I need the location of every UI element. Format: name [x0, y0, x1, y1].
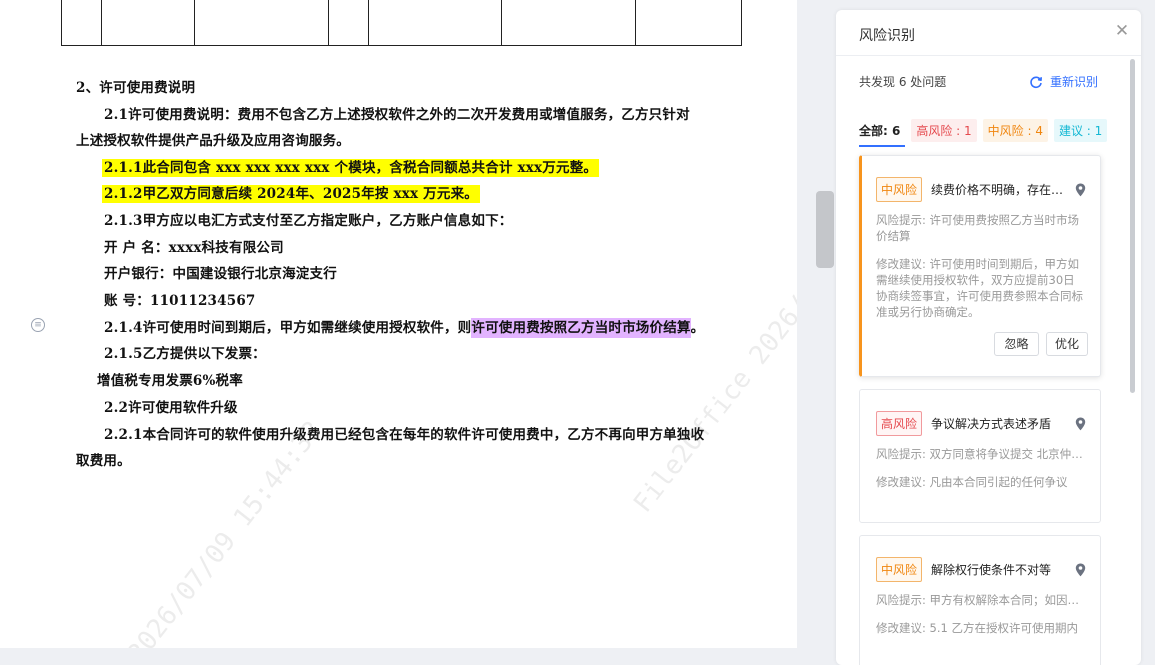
issue-summary: 共发现 6 处问题 — [859, 75, 947, 89]
refresh-icon — [1030, 75, 1042, 88]
watermark: 2026/07/09 15:44:33 — [122, 415, 329, 648]
risk-card-header: 高风险 争议解决方式表述矛盾 — [876, 411, 1069, 436]
table-cell — [501, 0, 636, 46]
document-page[interactable]: 2、许可使用费说明 2.1许可使用费说明：费用不包含乙方上述授权软件之外的二次开… — [0, 0, 797, 648]
risk-card[interactable]: 中风险 解除权行使条件不对等 风险提示: 甲方有权解除本合同；如因乙方原因 修改… — [859, 535, 1101, 665]
risk-level-tag: 中风险 — [876, 557, 923, 582]
clause-suffix: 。 — [690, 320, 705, 336]
risk-clause-line: 2.1.4许可使用时间到期后，甲方如需继续使用授权软件，则许可使用费按照乙方当时… — [104, 318, 704, 338]
risk-advice: 修改建议: 5.1 乙方在授权许可使用期内 — [876, 621, 1078, 635]
document-area: 2、许可使用费说明 2.1许可使用费说明：费用不包含乙方上述授权软件之外的二次开… — [0, 0, 812, 665]
highlighted-clause: 2.1.1此合同包含 xxx xxx xxx xxx 个模块，含税合同额总共合计… — [102, 158, 600, 178]
paragraph-line: 2.2许可使用软件升级 — [104, 400, 238, 416]
table-cell — [368, 0, 502, 46]
risk-card-header: 中风险 续费价格不明确，存在调整空间 — [876, 177, 1069, 202]
filter-mid-risk[interactable]: 中风险 : 4 — [982, 119, 1048, 142]
table-cell — [61, 0, 102, 46]
table-cell — [635, 0, 742, 46]
paragraph-line: 2.1许可使用费说明：费用不包含乙方上述授权软件之外的二次开发费用或增值服务，乙… — [104, 107, 690, 123]
yellow-highlight[interactable]: 2.1.1此合同包含 xxx xxx xxx xxx 个模块，含税合同额总共合计… — [102, 159, 600, 177]
paragraph-marker-icon[interactable]: ≡ — [31, 318, 45, 332]
location-pin-icon[interactable] — [1075, 563, 1086, 577]
risk-hint: 风险提示: 许可使用费按照乙方当时市场价结算 — [876, 213, 1080, 243]
section-heading: 2、许可使用费说明 — [76, 80, 196, 96]
filter-high-risk[interactable]: 高风险 : 1 — [911, 119, 977, 142]
location-pin-icon[interactable] — [1075, 417, 1086, 431]
account-number-line: 账 号：11011234567 — [104, 293, 256, 309]
rerecognize-label: 重新识别 — [1050, 75, 1099, 89]
highlighted-clause: 2.1.2甲乙双方同意后续 2024年、2025年按 xxx 万元来。 — [102, 184, 480, 204]
risk-card[interactable]: 高风险 争议解决方式表述矛盾 风险提示: 双方同意将争议提交 北京仲裁委员会 修… — [859, 389, 1101, 523]
account-name-line: 开 户 名：xxxx科技有限公司 — [104, 240, 284, 256]
risk-panel: 风险识别 ✕ 共发现 6 处问题 重新识别 全部: 6 高风险 : 1 中风险 … — [836, 10, 1141, 665]
paragraph-line: 增值税专用发票6%税率 — [97, 373, 243, 389]
paragraph-line: 上述授权软件提供产品升级及应用咨询服务。 — [76, 133, 350, 149]
contract-table — [61, 0, 742, 46]
close-icon[interactable]: ✕ — [1113, 22, 1131, 40]
panel-title: 风险识别 — [859, 28, 915, 44]
filter-all[interactable]: 全部: 6 — [859, 119, 906, 147]
risk-card-title: 解除权行使条件不对等 — [931, 563, 1052, 577]
filter-suggestion[interactable]: 建议 : 1 — [1053, 119, 1108, 142]
risk-level-tag: 中风险 — [876, 177, 923, 202]
rerecognize-button[interactable]: 重新识别 — [1029, 73, 1098, 90]
yellow-highlight[interactable]: 2.1.2甲乙双方同意后续 2024年、2025年按 xxx 万元来。 — [102, 185, 480, 203]
optimize-button[interactable]: 优化 — [1046, 332, 1088, 356]
document-scrollbar-track[interactable] — [812, 0, 834, 665]
paragraph-line: 2.2.1本合同许可的软件使用升级费用已经包含在每年的软件许可使用费中，乙方不再… — [104, 427, 705, 443]
risk-card[interactable]: 中风险 续费价格不明确，存在调整空间 风险提示: 许可使用费按照乙方当时市场价结… — [859, 155, 1101, 377]
risk-card-header: 中风险 解除权行使条件不对等 — [876, 557, 1069, 582]
clause-prefix: 2.1.4许可使用时间到期后，甲方如需继续使用授权软件，则 — [104, 320, 472, 336]
table-cell — [328, 0, 369, 46]
paragraph-line: 取费用。 — [76, 453, 131, 469]
location-pin-icon[interactable] — [1075, 183, 1086, 197]
risk-card-title: 续费价格不明确，存在调整空间 — [931, 183, 1069, 197]
risk-level-tag: 高风险 — [876, 411, 923, 436]
risk-highlight[interactable]: 许可使用费按照乙方当时市场价结算 — [471, 318, 691, 338]
table-cell — [194, 0, 329, 46]
risk-card-title: 争议解决方式表述矛盾 — [931, 417, 1052, 431]
bank-line: 开户银行：中国建设银行北京海淀支行 — [104, 266, 337, 282]
risk-advice: 修改建议: 许可使用时间到期后，甲方如需继续使用授权软件，双方应提前30日协商续… — [876, 257, 1083, 319]
risk-hint: 风险提示: 双方同意将争议提交 北京仲裁委员会 — [876, 447, 1086, 461]
table-cell — [101, 0, 195, 46]
risk-advice: 修改建议: 凡由本合同引起的任何争议 — [876, 475, 1068, 489]
risk-filter-tabs: 全部: 6 高风险 : 1 中风险 : 4 建议 : 1 — [859, 119, 1108, 147]
document-scrollbar-thumb[interactable] — [816, 191, 834, 268]
paragraph-line: 2.1.3甲方应以电汇方式支付至乙方指定账户，乙方账户信息如下： — [104, 213, 513, 229]
risk-hint: 风险提示: 甲方有权解除本合同；如因乙方原因 — [876, 593, 1086, 607]
panel-scrollbar-thumb[interactable] — [1130, 59, 1135, 393]
ignore-button[interactable]: 忽略 — [994, 332, 1039, 356]
paragraph-line: 2.1.5乙方提供以下发票： — [104, 346, 266, 362]
divider — [836, 55, 1141, 56]
